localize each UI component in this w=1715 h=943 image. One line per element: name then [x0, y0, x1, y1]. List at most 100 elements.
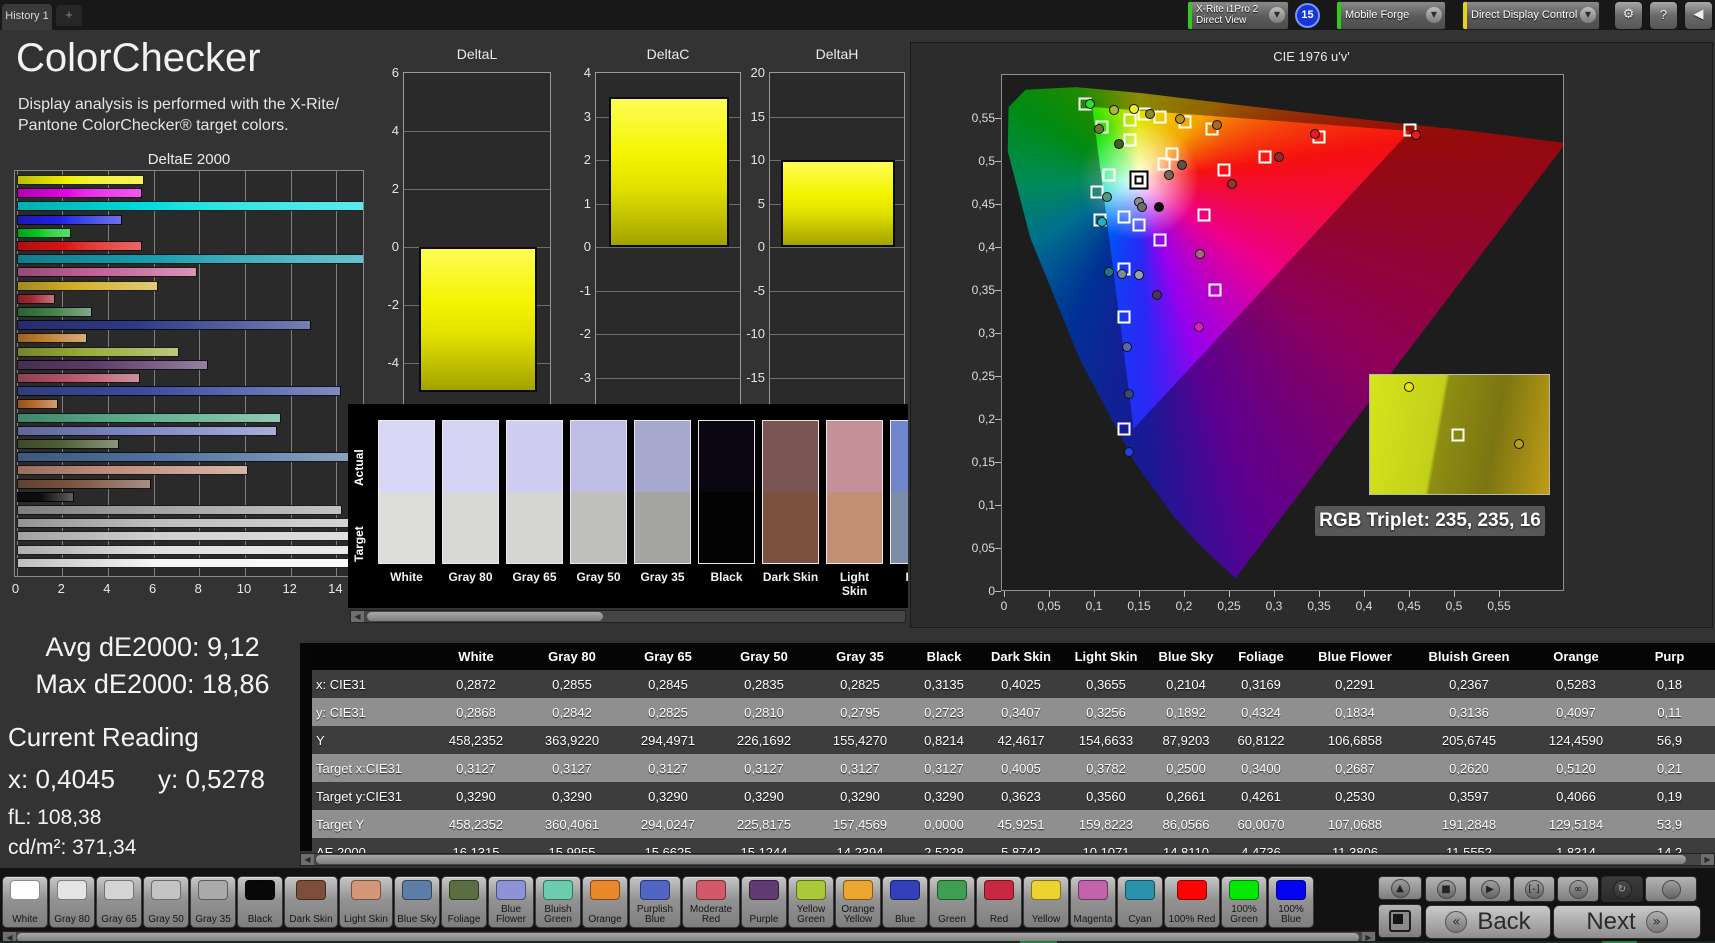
y-tick-label: 6 — [391, 65, 399, 80]
swatch-panel-scrollbar[interactable]: ◀ — [350, 610, 906, 623]
pattern-button-gray-35[interactable]: Gray 35 — [190, 876, 236, 928]
pattern-button-purplish-blue[interactable]: Purplish Blue — [629, 876, 681, 928]
play-button[interactable]: ▶ — [1469, 876, 1511, 902]
rgb-triplet-readout: RGB Triplet: 235, 235, 16 — [1315, 506, 1545, 536]
pattern-button-red[interactable]: Red — [976, 876, 1022, 928]
deltae2000-chart — [14, 170, 364, 577]
table-cell: 0,5120 — [1528, 754, 1624, 782]
pattern-button-orange[interactable]: Orange — [582, 876, 628, 928]
pattern-button-blue[interactable]: Blue — [882, 876, 928, 928]
pattern-button-moderate-red[interactable]: Moderate Red — [682, 876, 740, 928]
add-tab-button[interactable]: + — [56, 5, 82, 26]
pattern-button-gray-65[interactable]: Gray 65 — [96, 876, 142, 928]
cie-measured-marker — [1226, 179, 1237, 190]
table-scrollbar-thumb[interactable] — [316, 855, 1686, 864]
table-cell: 0,3782 — [1062, 754, 1150, 782]
swatch-scrollbar-thumb[interactable] — [367, 612, 603, 621]
max-de2000-value: Max dE2000: 18,86 — [35, 669, 270, 699]
table-column-header: Gray 65 — [620, 643, 716, 670]
pattern-button-label: Green — [938, 914, 966, 925]
cie-x-tick-label: 0,5 — [1445, 599, 1463, 613]
loop-button[interactable]: ∞ — [1557, 876, 1599, 902]
pattern-button-bluish-green[interactable]: Bluish Green — [535, 876, 581, 928]
table-cell: 0,4066 — [1528, 782, 1624, 810]
meter-dropdown[interactable]: X-Rite i1Pro 2 Direct View ▼ — [1187, 0, 1289, 30]
cie-x-tick-label: 0,4 — [1355, 599, 1373, 613]
pattern-color-chip — [57, 880, 87, 900]
pattern-button-foliage[interactable]: Foliage — [441, 876, 487, 928]
pattern-button-purple[interactable]: Purple — [741, 876, 787, 928]
pattern-button-white[interactable]: White — [2, 876, 48, 928]
pattern-button-yellow-green[interactable]: Yellow Green — [788, 876, 834, 928]
table-cell: 0,3127 — [428, 754, 524, 782]
pattern-button-100-blue[interactable]: 100% Blue — [1268, 876, 1314, 928]
y-tick-label: -2 — [387, 297, 399, 312]
cie-y-tick-label: 0,15 — [971, 455, 995, 469]
display-control-dropdown[interactable]: Direct Display Control ▼ — [1462, 0, 1600, 30]
table-column-header: Light Skin — [1062, 643, 1150, 670]
pattern-button-black[interactable]: Black — [237, 876, 283, 928]
table-cell: 157,4569 — [812, 810, 908, 838]
next-icon: » — [1645, 911, 1668, 933]
table-scrollbar[interactable]: ◀ ▶ — [300, 853, 1715, 866]
scroll-right-icon[interactable]: ▶ — [1701, 854, 1714, 865]
back-button[interactable]: « Back — [1425, 905, 1551, 939]
pattern-color-chip — [1229, 880, 1259, 900]
pattern-button-light-skin[interactable]: Light Skin — [339, 876, 393, 928]
table-cell: 0,2367 — [1410, 670, 1528, 698]
actual-row-label: Actual — [352, 449, 366, 487]
cie-x-tick-label: 0,55 — [1487, 599, 1511, 613]
meter-count-badge[interactable]: 15 — [1295, 2, 1320, 28]
pattern-button-yellow[interactable]: Yellow — [1023, 876, 1069, 928]
pattern-button-100-red[interactable]: 100% Red — [1164, 876, 1220, 928]
pattern-button-green[interactable]: Green — [929, 876, 975, 928]
y-tick-label: 4 — [391, 123, 399, 138]
chevron-down-icon: ▼ — [1580, 7, 1596, 23]
pattern-button-label: Blue — [894, 914, 915, 925]
swatch-label: Gray 65 — [512, 570, 557, 584]
extra-button[interactable] — [1645, 876, 1697, 902]
gear-icon[interactable]: ⚙ — [1614, 0, 1643, 30]
swatch-actual — [763, 421, 818, 492]
table-cell: 0,2810 — [716, 698, 812, 726]
y-tick-label: 2 — [391, 181, 399, 196]
pattern-button-100-green[interactable]: 100% Green — [1221, 876, 1267, 928]
cie-x-tick-label: 0,45 — [1397, 599, 1421, 613]
pattern-button-dark-skin[interactable]: Dark Skin — [284, 876, 338, 928]
pattern-button-gray-50[interactable]: Gray 50 — [143, 876, 189, 928]
table-cell: 0,3623 — [980, 782, 1062, 810]
table-cell: 0,3290 — [428, 782, 524, 810]
pattern-button-blue-flower[interactable]: Blue Flower — [488, 876, 534, 928]
pattern-button-orange-yellow[interactable]: Orange Yellow — [835, 876, 881, 928]
scroll-left-icon[interactable]: ◀ — [351, 611, 364, 622]
refresh-button[interactable]: ↻ — [1601, 876, 1643, 902]
pattern-button-magenta[interactable]: Magenta — [1070, 876, 1116, 928]
tab-history-1[interactable]: History 1 — [2, 4, 52, 30]
table-cell: 0,1892 — [1150, 698, 1222, 726]
window-pattern-button[interactable] — [1378, 904, 1422, 938]
table-cell: 0,3400 — [1222, 754, 1300, 782]
pattern-color-chip — [151, 880, 181, 900]
stop-button[interactable]: ■ — [1425, 876, 1467, 902]
collapse-panel-icon[interactable]: ◀ — [1684, 0, 1713, 30]
expand-patterns-button[interactable]: ▲ — [1378, 876, 1422, 900]
cie-y-tick-label: 0,05 — [971, 541, 995, 555]
table-column-header: Foliage — [1222, 643, 1300, 670]
pattern-color-chip — [296, 880, 326, 900]
table-cell: 0,2845 — [620, 670, 716, 698]
table-cell: 0,3127 — [620, 754, 716, 782]
cie-y-tick-label: 0,25 — [971, 369, 995, 383]
help-icon[interactable]: ? — [1649, 0, 1678, 30]
cie-measured-marker — [1195, 249, 1206, 260]
pattern-button-gray-80[interactable]: Gray 80 — [49, 876, 95, 928]
table-column-header: Black — [908, 643, 980, 670]
range-button[interactable]: [-] — [1513, 876, 1555, 902]
y-tick-label: -1 — [579, 282, 591, 298]
swatch-blue — [890, 420, 908, 564]
scroll-left-icon[interactable]: ◀ — [301, 854, 314, 865]
next-button[interactable]: Next » — [1553, 905, 1701, 939]
deltae-bar-100-red — [16, 241, 143, 251]
source-dropdown[interactable]: Mobile Forge ▼ — [1336, 0, 1446, 30]
pattern-button-cyan[interactable]: Cyan — [1117, 876, 1163, 928]
pattern-button-blue-sky[interactable]: Blue Sky — [394, 876, 440, 928]
